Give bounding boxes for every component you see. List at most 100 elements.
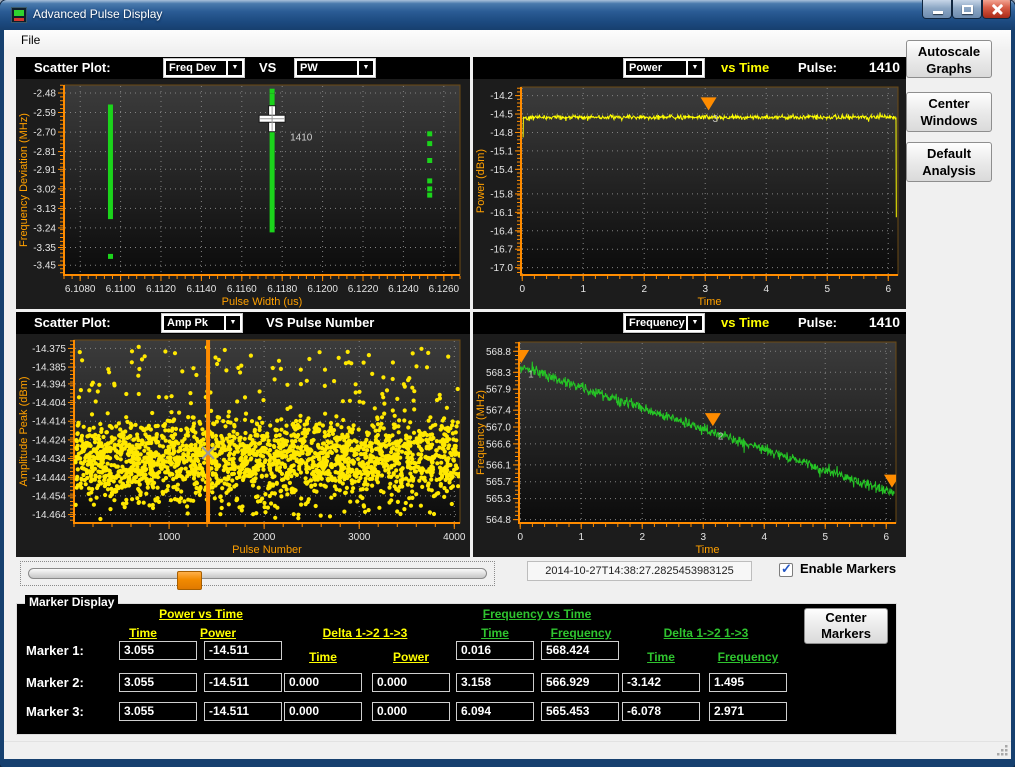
svg-text:Pulse Number: Pulse Number <box>232 544 302 556</box>
svg-text:565.3: 565.3 <box>486 494 511 505</box>
svg-text:Time: Time <box>697 296 721 308</box>
marker3-delta-ftime-field[interactable]: -6.078 <box>622 702 700 721</box>
svg-text:-14.5: -14.5 <box>490 110 513 121</box>
marker1-time-field[interactable]: 3.055 <box>119 641 197 660</box>
svg-text:6.1080: 6.1080 <box>65 284 96 295</box>
pulse-label: Pulse: <box>798 315 837 330</box>
power-dropdown[interactable]: Power ▼ <box>623 58 705 78</box>
marker3-delta-frequency-field[interactable]: 2.971 <box>709 702 787 721</box>
svg-text:565.7: 565.7 <box>486 477 511 488</box>
marker1-frequency-field[interactable]: 568.424 <box>541 641 619 660</box>
title-bar[interactable]: Advanced Pulse Display <box>0 0 1015 30</box>
svg-text:6.1180: 6.1180 <box>267 284 297 295</box>
menu-bar: File <box>4 30 1011 50</box>
enable-markers-checkbox[interactable]: ✓ <box>779 563 793 577</box>
svg-text:2: 2 <box>718 432 724 443</box>
center-markers-button[interactable]: Center Markers <box>804 608 888 644</box>
pw-dropdown[interactable]: PW ▼ <box>294 58 376 78</box>
marker3-time-field[interactable]: 3.055 <box>119 702 197 721</box>
chart-frequency-vs-time[interactable]: 0123456568.8568.3567.9567.4567.0566.6566… <box>473 334 906 557</box>
marker3-delta-power-field[interactable]: 0.000 <box>372 702 450 721</box>
close-button[interactable] <box>982 0 1011 19</box>
menu-file[interactable]: File <box>14 32 47 48</box>
amppk-dropdown[interactable]: Amp Pk ▼ <box>161 313 243 333</box>
panel-scatter-amppk: Scatter Plot: Amp Pk ▼ VS Pulse Number 1… <box>16 312 470 557</box>
svg-text:-3.13: -3.13 <box>33 204 56 215</box>
marker2-delta-frequency-field[interactable]: 1.495 <box>709 673 787 692</box>
marker3-label: Marker 3: <box>26 704 84 719</box>
default-analysis-button[interactable]: DefaultAnalysis <box>906 142 992 182</box>
resize-grip[interactable] <box>995 743 1009 757</box>
marker2-ftime-field[interactable]: 3.158 <box>456 673 534 692</box>
svg-text:2000: 2000 <box>253 532 276 543</box>
svg-text:3000: 3000 <box>348 532 371 543</box>
svg-text:-14.394: -14.394 <box>32 379 66 390</box>
slider-thumb[interactable] <box>177 571 202 590</box>
svg-text:6: 6 <box>885 284 891 295</box>
svg-text:566.6: 566.6 <box>486 439 511 450</box>
vs-label: VS <box>259 60 276 75</box>
svg-text:-14.375: -14.375 <box>32 344 66 355</box>
pulse-value: 1410 <box>858 314 900 330</box>
svg-text:-14.404: -14.404 <box>32 398 66 409</box>
chart-amppk-vs-pulsenumber[interactable]: 1000200030004000-14.375-14.385-14.394-14… <box>16 334 470 557</box>
svg-text:568.8: 568.8 <box>486 347 511 358</box>
svg-text:6.1200: 6.1200 <box>307 284 338 295</box>
marker3-delta-time-field[interactable]: 0.000 <box>284 702 362 721</box>
chart-power-vs-time[interactable]: 0123456-14.2-14.5-14.8-15.1-15.4-15.8-16… <box>473 79 906 309</box>
autoscale-graphs-button[interactable]: AutoscaleGraphs <box>906 40 992 78</box>
center-windows-button[interactable]: CenterWindows <box>906 92 992 132</box>
svg-text:Frequency Deviation (MHz): Frequency Deviation (MHz) <box>18 113 30 247</box>
svg-text:564.8: 564.8 <box>486 515 511 526</box>
svg-text:0: 0 <box>517 532 523 543</box>
marker2-time-field[interactable]: 3.055 <box>119 673 197 692</box>
marker2-label: Marker 2: <box>26 675 84 690</box>
svg-text:-14.8: -14.8 <box>490 128 513 139</box>
marker2-delta-power-field[interactable]: 0.000 <box>372 673 450 692</box>
marker3-power-field[interactable]: -14.511 <box>204 702 282 721</box>
pulse-slider[interactable] <box>20 561 495 586</box>
freqdev-dropdown[interactable]: Freq Dev ▼ <box>163 58 245 78</box>
marker2-frequency-field[interactable]: 566.929 <box>541 673 619 692</box>
marker3-frequency-field[interactable]: 565.453 <box>541 702 619 721</box>
marker-display-label: Marker Display <box>25 595 118 609</box>
maximize-button[interactable] <box>952 0 982 19</box>
svg-text:3: 3 <box>700 532 706 543</box>
marker2-delta-ftime-field[interactable]: -3.142 <box>622 673 700 692</box>
marker1-ftime-field[interactable]: 0.016 <box>456 641 534 660</box>
marker1-power-field[interactable]: -14.511 <box>204 641 282 660</box>
marker-display-group: Marker Display Power vs Time Frequency v… <box>16 603 897 735</box>
status-bar <box>4 741 1011 759</box>
slider-track[interactable] <box>28 568 487 579</box>
svg-text:1: 1 <box>528 369 534 380</box>
svg-text:-15.4: -15.4 <box>490 165 513 176</box>
panel2-header: Power ▼ vs Time Pulse: 1410 <box>473 57 906 79</box>
svg-text:6.1140: 6.1140 <box>186 284 216 295</box>
minimize-button[interactable] <box>922 0 952 19</box>
minimize-icon <box>933 11 943 14</box>
svg-text:Amplitude Peak (dBm): Amplitude Peak (dBm) <box>18 376 30 486</box>
marker3-ftime-field[interactable]: 6.094 <box>456 702 534 721</box>
marker2-delta-time-field[interactable]: 0.000 <box>284 673 362 692</box>
svg-text:567.4: 567.4 <box>486 406 511 417</box>
svg-text:-2.48: -2.48 <box>33 88 56 99</box>
chart-freqdev-vs-pw[interactable]: 6.10806.11006.11206.11406.11606.11806.12… <box>16 79 470 309</box>
svg-text:-14.454: -14.454 <box>32 491 66 502</box>
svg-text:6: 6 <box>883 532 889 543</box>
svg-text:-16.1: -16.1 <box>490 208 513 219</box>
svg-text:-14.434: -14.434 <box>32 454 66 465</box>
svg-text:-14.464: -14.464 <box>32 510 66 521</box>
panel1-title: Scatter Plot: <box>34 60 111 75</box>
svg-text:4: 4 <box>761 532 767 543</box>
svg-text:1410: 1410 <box>290 133 313 144</box>
svg-text:4000: 4000 <box>443 532 466 543</box>
frequency-dropdown[interactable]: Frequency ▼ <box>623 313 705 333</box>
svg-text:-2.81: -2.81 <box>33 147 56 158</box>
svg-text:6.1120: 6.1120 <box>146 284 176 295</box>
svg-text:-16.7: -16.7 <box>490 245 513 256</box>
svg-text:6.1240: 6.1240 <box>388 284 419 295</box>
svg-text:-14.2: -14.2 <box>490 91 513 102</box>
marker2-power-field[interactable]: -14.511 <box>204 673 282 692</box>
svg-text:567.9: 567.9 <box>486 385 511 396</box>
panel3-header: Scatter Plot: Amp Pk ▼ VS Pulse Number <box>16 312 470 334</box>
